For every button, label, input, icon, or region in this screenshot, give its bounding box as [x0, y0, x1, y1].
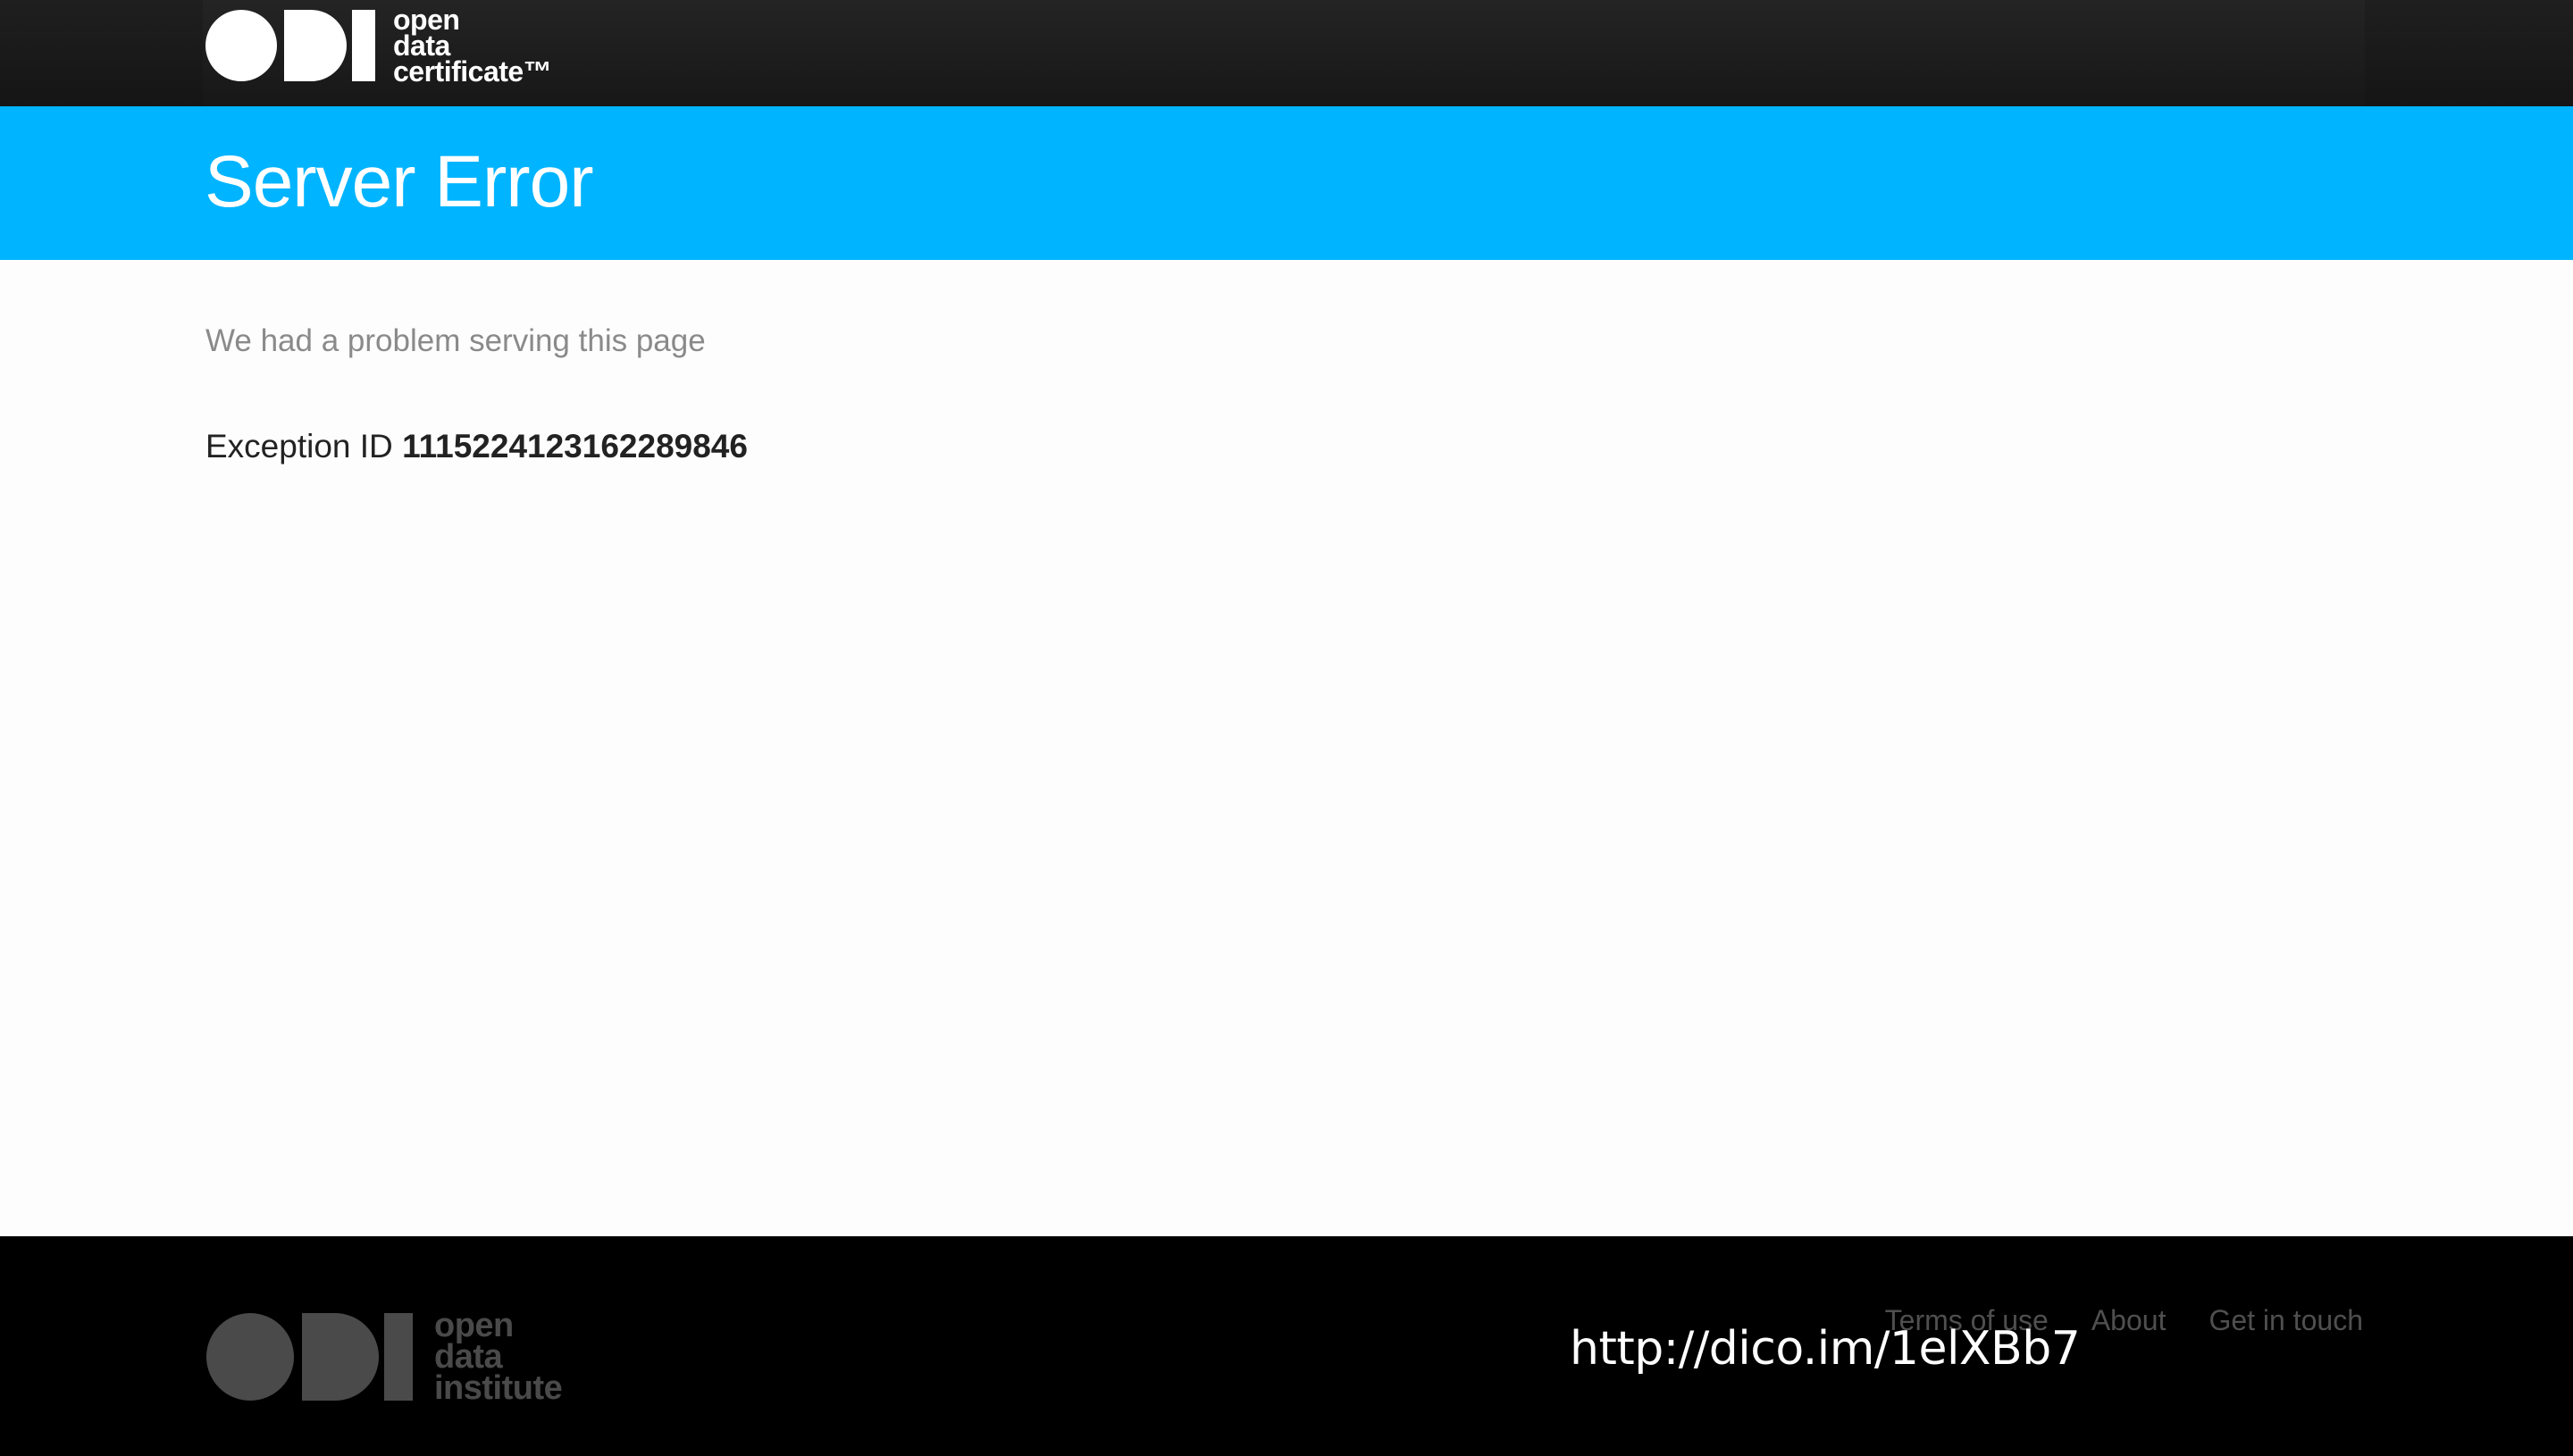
footer-link-about[interactable]: About	[2091, 1302, 2167, 1338]
page-title: Server Error	[205, 141, 594, 222]
exception-label: Exception ID	[205, 428, 403, 464]
footer-logo-wordmark: open data institute	[434, 1306, 563, 1407]
logo-wordmark: open data certificate™	[393, 5, 552, 88]
title-banner: Server Error	[0, 106, 2573, 260]
exception-id: 1115224123162289846	[402, 428, 748, 464]
main-content: We had a problem serving this page Excep…	[205, 322, 748, 466]
open-data-institute-logo[interactable]: open data institute	[205, 1306, 563, 1407]
logo-word: data	[434, 1337, 503, 1376]
exception-line: Exception ID 1115224123162289846	[205, 427, 748, 466]
top-header: open data certificate™	[0, 0, 2573, 106]
logo-word: certificate™	[393, 54, 552, 88]
overlay-url-text: http://dico.im/1elXBb7	[1570, 1322, 2081, 1376]
error-message: We had a problem serving this page	[205, 323, 706, 358]
logo-word: open	[434, 1306, 514, 1344]
footer-link-get-in-touch[interactable]: Get in touch	[2208, 1302, 2363, 1338]
site-footer: open data institute Terms of use About G…	[0, 1236, 2573, 1456]
open-data-certificate-logo[interactable]: open data certificate™	[205, 5, 552, 88]
odi-logo-icon	[205, 10, 375, 81]
logo-word: institute	[434, 1368, 563, 1407]
odi-logo-icon	[206, 1313, 413, 1401]
